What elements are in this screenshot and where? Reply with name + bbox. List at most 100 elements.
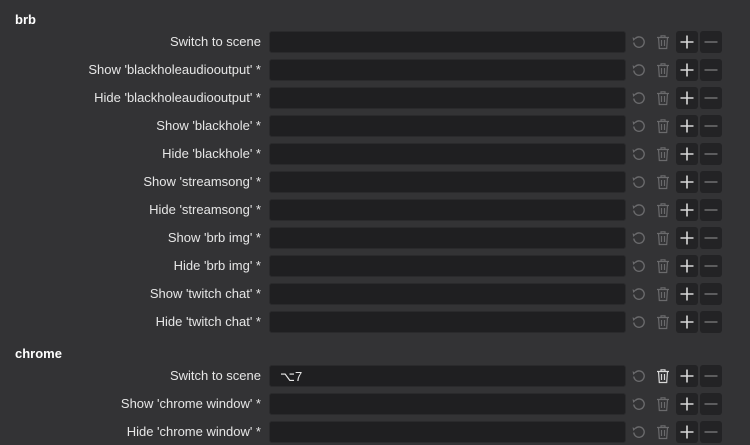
plus-icon	[679, 62, 695, 78]
minus-icon	[703, 258, 719, 274]
add-button[interactable]	[676, 171, 698, 193]
hotkey-field[interactable]	[269, 171, 626, 193]
reset-button[interactable]	[628, 115, 650, 137]
hotkey-field[interactable]	[269, 227, 626, 249]
remove-button[interactable]	[700, 393, 722, 415]
add-button[interactable]	[676, 115, 698, 137]
delete-button[interactable]	[652, 143, 674, 165]
remove-button[interactable]	[700, 59, 722, 81]
reset-button[interactable]	[628, 255, 650, 277]
reset-icon	[631, 314, 647, 330]
remove-button[interactable]	[700, 171, 722, 193]
delete-button[interactable]	[652, 87, 674, 109]
remove-button[interactable]	[700, 143, 722, 165]
remove-button[interactable]	[700, 115, 722, 137]
hotkey-row-chrome-hide-chrome-window: Hide 'chrome window' *	[0, 421, 750, 445]
reset-button[interactable]	[628, 311, 650, 333]
reset-icon	[631, 258, 647, 274]
minus-icon	[703, 230, 719, 246]
reset-button[interactable]	[628, 199, 650, 221]
reset-button[interactable]	[628, 227, 650, 249]
reset-button[interactable]	[628, 393, 650, 415]
minus-icon	[703, 202, 719, 218]
delete-button[interactable]	[652, 59, 674, 81]
delete-button[interactable]	[652, 283, 674, 305]
add-button[interactable]	[676, 393, 698, 415]
reset-button[interactable]	[628, 87, 650, 109]
delete-button[interactable]	[652, 171, 674, 193]
delete-button[interactable]	[652, 311, 674, 333]
reset-button[interactable]	[628, 143, 650, 165]
hotkey-field[interactable]	[269, 31, 626, 53]
hotkey-row-brb-hide-blackholeaudiooutput: Hide 'blackholeaudiooutput' *	[0, 87, 750, 111]
add-button[interactable]	[676, 87, 698, 109]
add-button[interactable]	[676, 283, 698, 305]
reset-button[interactable]	[628, 365, 650, 387]
remove-button[interactable]	[700, 365, 722, 387]
hotkey-field[interactable]	[269, 255, 626, 277]
hotkey-field[interactable]	[269, 393, 626, 415]
reset-button[interactable]	[628, 59, 650, 81]
add-button[interactable]	[676, 311, 698, 333]
add-button[interactable]	[676, 365, 698, 387]
remove-button[interactable]	[700, 199, 722, 221]
trash-icon	[656, 62, 670, 78]
add-button[interactable]	[676, 227, 698, 249]
minus-icon	[703, 90, 719, 106]
hotkey-row-brb-show-brb-img: Show 'brb img' *	[0, 227, 750, 251]
reset-button[interactable]	[628, 171, 650, 193]
hotkey-field[interactable]	[269, 199, 626, 221]
hotkey-field[interactable]	[269, 311, 626, 333]
remove-button[interactable]	[700, 31, 722, 53]
add-button[interactable]	[676, 199, 698, 221]
minus-icon	[703, 34, 719, 50]
remove-button[interactable]	[700, 87, 722, 109]
reset-icon	[631, 286, 647, 302]
trash-icon	[656, 34, 670, 50]
remove-button[interactable]	[700, 227, 722, 249]
hotkey-field[interactable]	[269, 87, 626, 109]
minus-icon	[703, 146, 719, 162]
minus-icon	[703, 174, 719, 190]
reset-button[interactable]	[628, 31, 650, 53]
hotkey-row-brb-switch-to-scene: Switch to scene	[0, 31, 750, 55]
plus-icon	[679, 314, 695, 330]
trash-icon	[656, 90, 670, 106]
hotkey-label: Hide 'blackhole' *	[162, 146, 261, 161]
reset-icon	[631, 396, 647, 412]
delete-button[interactable]	[652, 393, 674, 415]
delete-button[interactable]	[652, 31, 674, 53]
reset-icon	[631, 118, 647, 134]
add-button[interactable]	[676, 31, 698, 53]
hotkey-row-brb-hide-streamsong: Hide 'streamsong' *	[0, 199, 750, 223]
remove-button[interactable]	[700, 255, 722, 277]
section-title-chrome: chrome	[15, 346, 62, 361]
hotkey-field[interactable]	[269, 115, 626, 137]
hotkey-row-brb-hide-twitch-chat: Hide 'twitch chat' *	[0, 311, 750, 335]
add-button[interactable]	[676, 59, 698, 81]
delete-button[interactable]	[652, 227, 674, 249]
hotkey-row-chrome-show-chrome-window: Show 'chrome window' *	[0, 393, 750, 417]
hotkey-label: Hide 'chrome window' *	[126, 424, 261, 439]
remove-button[interactable]	[700, 283, 722, 305]
remove-button[interactable]	[700, 311, 722, 333]
delete-button[interactable]	[652, 365, 674, 387]
hotkey-field[interactable]	[269, 143, 626, 165]
delete-button[interactable]	[652, 199, 674, 221]
hotkey-label: Hide 'twitch chat' *	[155, 314, 261, 329]
delete-button[interactable]	[652, 115, 674, 137]
hotkey-field[interactable]	[269, 59, 626, 81]
delete-button[interactable]	[652, 255, 674, 277]
plus-icon	[679, 174, 695, 190]
plus-icon	[679, 146, 695, 162]
trash-icon	[656, 286, 670, 302]
reset-icon	[631, 424, 647, 440]
minus-icon	[703, 368, 719, 384]
hotkey-field[interactable]	[269, 283, 626, 305]
minus-icon	[703, 396, 719, 412]
add-button[interactable]	[676, 255, 698, 277]
reset-button[interactable]	[628, 283, 650, 305]
hotkey-label: Show 'brb img' *	[167, 230, 261, 245]
add-button[interactable]	[676, 143, 698, 165]
hotkey-field[interactable]: ⌥7	[269, 365, 626, 387]
